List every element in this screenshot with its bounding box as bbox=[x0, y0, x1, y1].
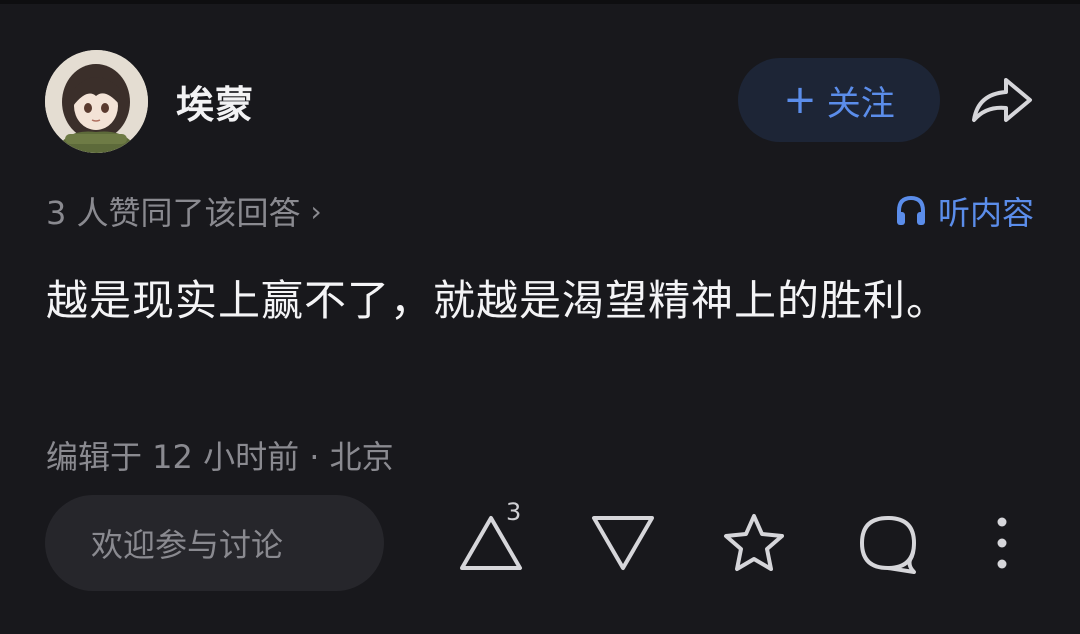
favorite-button[interactable] bbox=[720, 510, 788, 576]
share-icon[interactable] bbox=[968, 72, 1036, 128]
follow-button[interactable]: + 关注 bbox=[738, 58, 940, 142]
star-icon bbox=[724, 514, 784, 571]
status-edge bbox=[0, 0, 1080, 4]
likes-summary[interactable]: 3 人赞同了该回答 › bbox=[46, 188, 322, 234]
comment-button[interactable] bbox=[854, 510, 922, 576]
author-name[interactable]: 埃蒙 bbox=[176, 74, 254, 129]
comment-bubble-icon bbox=[860, 516, 916, 574]
upvote-count: 3 bbox=[506, 498, 522, 526]
plus-icon: + bbox=[783, 77, 817, 123]
anime-avatar-icon bbox=[45, 50, 148, 153]
edit-info: 编辑于 12 小时前 · 北京 bbox=[46, 438, 394, 476]
listen-label: 听内容 bbox=[937, 194, 1034, 232]
comment-input[interactable]: 欢迎参与讨论 bbox=[45, 495, 384, 591]
more-button[interactable] bbox=[988, 512, 1016, 574]
answer-text[interactable]: 越是现实上赢不了，就越是渴望精神上的胜利。 bbox=[46, 262, 976, 340]
follow-label: 关注 bbox=[826, 83, 895, 124]
more-vertical-icon bbox=[997, 517, 1007, 569]
downvote-triangle-icon bbox=[592, 516, 654, 570]
chevron-right-icon: › bbox=[310, 194, 322, 228]
comment-placeholder: 欢迎参与讨论 bbox=[91, 526, 284, 564]
headphones-icon bbox=[896, 195, 925, 225]
avatar[interactable] bbox=[45, 50, 148, 153]
likes-text: 3 人赞同了该回答 bbox=[46, 194, 301, 232]
answer-card: 埃蒙 + 关注 3 人赞同了该回答 › 听内容 越是现实上赢不了，就越是渴望精神… bbox=[0, 0, 1080, 634]
listen-button[interactable]: 听内容 bbox=[894, 188, 1034, 234]
downvote-button[interactable] bbox=[588, 512, 658, 574]
